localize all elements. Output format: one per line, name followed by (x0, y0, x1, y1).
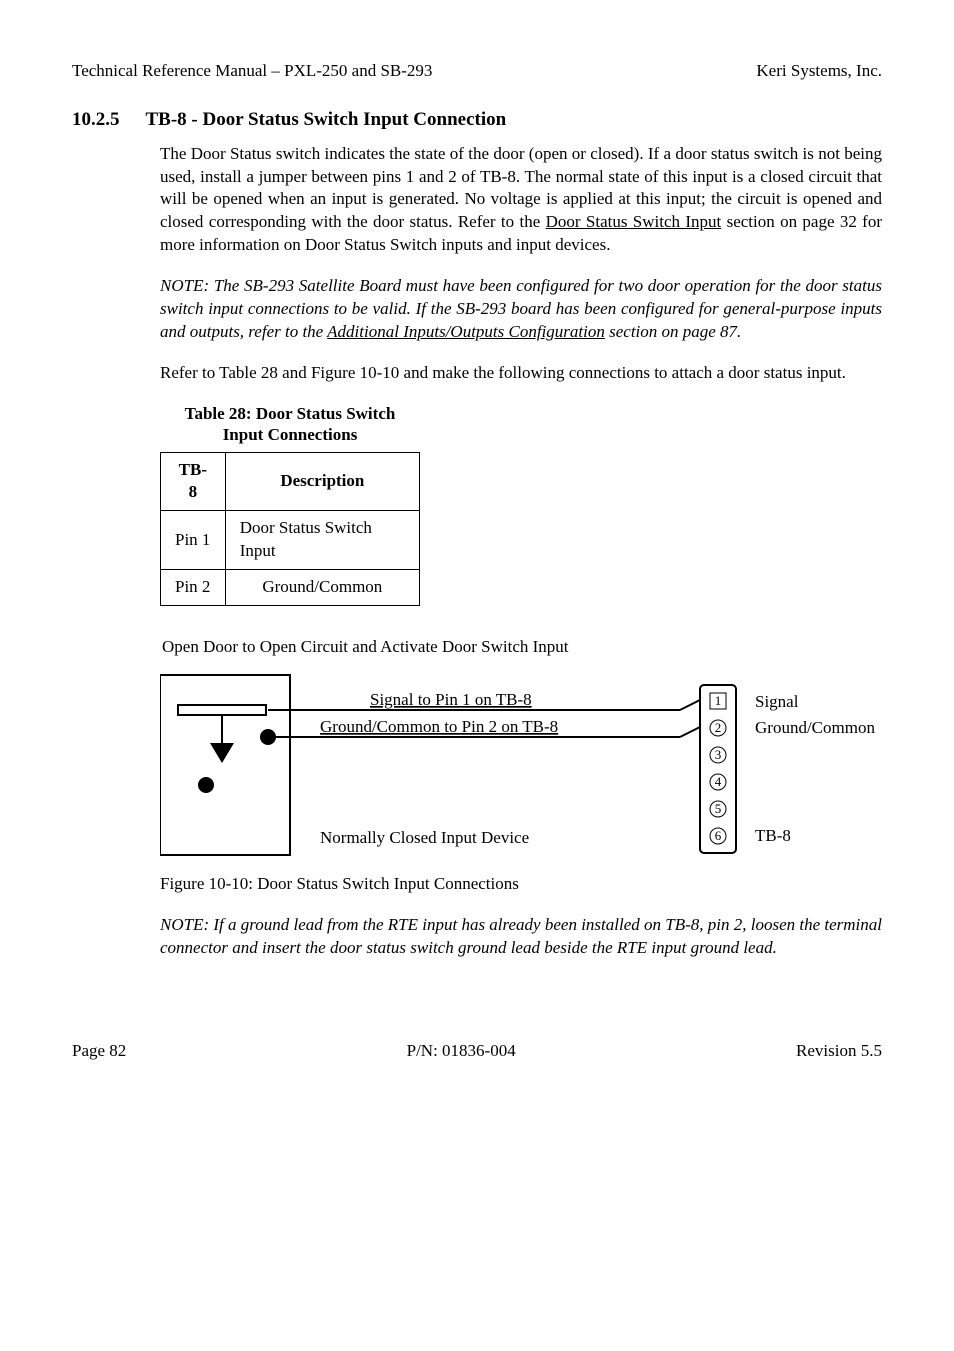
table-caption: Table 28: Door Status Switch Input Conne… (160, 403, 420, 446)
header-right: Keri Systems, Inc. (756, 60, 882, 83)
tb8-label-block: TB-8 (755, 826, 791, 845)
td-pin1: Pin 1 (161, 511, 226, 570)
figure-10-10: Open Door to Open Circuit and Activate D… (160, 636, 882, 960)
table-row: Pin 1 Door Status Switch Input (161, 511, 420, 570)
switch-box (160, 675, 290, 855)
tb8-pin-num-1: 1 (715, 693, 722, 708)
note1-link: Additional Inputs/Outputs Configuration (327, 322, 605, 341)
tb8-label-ground: Ground/Common (755, 718, 875, 737)
page-footer: Page 82 P/N: 01836-004 Revision 5.5 (72, 1040, 882, 1063)
wire-ground-angle (680, 727, 700, 737)
section-heading: 10.2.5 TB-8 - Door Status Switch Input C… (72, 107, 882, 133)
td-desc2: Ground/Common (225, 570, 419, 606)
section-title: TB-8 - Door Status Switch Input Connecti… (146, 107, 507, 133)
figure-svg: Signal to Pin 1 on TB-8 Ground/Common to… (160, 665, 920, 865)
note-1: NOTE: The SB-293 Satellite Board must ha… (160, 275, 882, 344)
pin-table: TB-8 Description Pin 1 Door Status Switc… (160, 452, 420, 607)
page-header: Technical Reference Manual – PXL-250 and… (72, 60, 882, 83)
wire-label-signal: Signal to Pin 1 on TB-8 (370, 690, 532, 709)
footer-right: Revision 5.5 (796, 1040, 882, 1063)
paragraph-1: The Door Status switch indicates the sta… (160, 143, 882, 258)
figure-top-text: Open Door to Open Circuit and Activate D… (162, 636, 882, 659)
switch-contact-left (198, 777, 214, 793)
paragraph-2: Refer to Table 28 and Figure 10-10 and m… (160, 362, 882, 385)
wire-signal-angle (680, 700, 700, 710)
switch-plunger-tip (210, 743, 234, 763)
tb8-pin-num-3: 3 (715, 747, 722, 762)
wire-label-ground: Ground/Common to Pin 2 on TB-8 (320, 717, 558, 736)
table-caption-l1: Table 28: Door Status Switch (185, 404, 396, 423)
th-tb8: TB-8 (161, 452, 226, 511)
tb8-pin-num-6: 6 (715, 828, 722, 843)
switch-plunger-bar (178, 705, 266, 715)
table-header-row: TB-8 Description (161, 452, 420, 511)
th-description: Description (225, 452, 419, 511)
footer-center: P/N: 01836-004 (407, 1040, 516, 1063)
note-2: NOTE: If a ground lead from the RTE inpu… (160, 914, 882, 960)
footer-left: Page 82 (72, 1040, 126, 1063)
header-left: Technical Reference Manual – PXL-250 and… (72, 60, 432, 83)
table-caption-l2: Input Connections (223, 425, 358, 444)
tb8-pin-num-2: 2 (715, 720, 722, 735)
table-row: Pin 2 Ground/Common (161, 570, 420, 606)
figure-caption: Figure 10-10: Door Status Switch Input C… (160, 873, 882, 896)
note1-text-b: section on page 87. (605, 322, 741, 341)
tb8-pin-num-4: 4 (715, 774, 722, 789)
device-label: Normally Closed Input Device (320, 828, 529, 847)
td-desc1: Door Status Switch Input (225, 511, 419, 570)
p1-link: Door Status Switch Input (546, 212, 722, 231)
tb8-label-signal: Signal (755, 692, 799, 711)
td-pin2: Pin 2 (161, 570, 226, 606)
section-number: 10.2.5 (72, 107, 120, 133)
tb8-pin-num-5: 5 (715, 801, 722, 816)
